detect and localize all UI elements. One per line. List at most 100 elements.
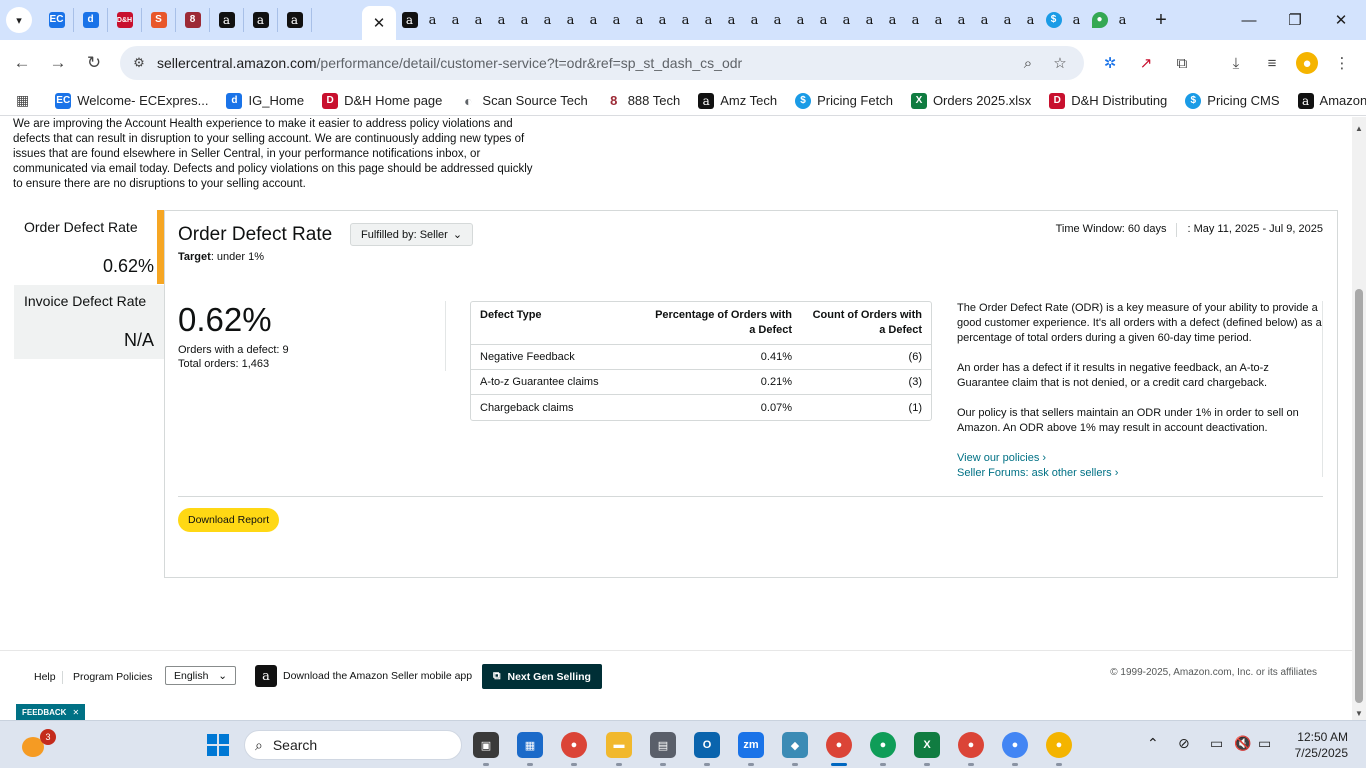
- close-icon[interactable]: ✕: [373, 14, 386, 32]
- app-diamond-icon[interactable]: ◆: [782, 732, 808, 758]
- sidebar-item-invoice-defect-rate[interactable]: Invoice Defect Rate N/A: [14, 285, 164, 359]
- excel-icon[interactable]: X: [914, 732, 940, 758]
- folder-icon[interactable]: ▬: [606, 732, 632, 758]
- show-hidden-icons-icon[interactable]: ⌃: [1147, 735, 1159, 752]
- taskbar-search[interactable]: ⌕ Search: [244, 730, 462, 760]
- browser-tab[interactable]: a: [278, 8, 312, 32]
- browser-tab[interactable]: ●: [1088, 8, 1111, 32]
- maximize-button[interactable]: ❐: [1272, 8, 1318, 32]
- browser-tab[interactable]: S: [142, 8, 176, 32]
- chrome-profile-icon[interactable]: ●: [958, 732, 984, 758]
- browser-tab[interactable]: a: [1019, 8, 1042, 32]
- browser-tab[interactable]: $: [1042, 8, 1065, 32]
- next-gen-selling-button[interactable]: ⧉ Next Gen Selling: [482, 664, 602, 689]
- site-settings-icon[interactable]: ⚙: [130, 54, 148, 72]
- browser-tab[interactable]: a: [210, 8, 244, 32]
- extensions-puzzle-icon[interactable]: ⧉: [1171, 52, 1193, 74]
- bookmark-item[interactable]: a Amazon: [1297, 92, 1366, 109]
- browser-tab[interactable]: a: [1111, 8, 1134, 32]
- bookmark-item[interactable]: 8 888 Tech: [606, 93, 680, 109]
- display-icon[interactable]: ▭: [1210, 735, 1223, 752]
- browser-tab[interactable]: a: [582, 8, 605, 32]
- browser-tab[interactable]: a: [812, 8, 835, 32]
- zoom-icon[interactable]: zm: [738, 732, 764, 758]
- browser-tab[interactable]: a: [398, 8, 421, 32]
- download-report-button[interactable]: Download Report: [178, 508, 280, 532]
- browser-tab[interactable]: a: [536, 8, 559, 32]
- sidebar-item-order-defect-rate[interactable]: Order Defect Rate 0.62%: [14, 211, 164, 285]
- apps-grid-icon[interactable]: ▦: [16, 91, 29, 111]
- taskbar-clock[interactable]: 12:50 AM 7/25/2025: [1295, 729, 1348, 761]
- browser-tab[interactable]: a: [444, 8, 467, 32]
- browser-tab[interactable]: EC: [40, 8, 74, 32]
- volume-icon[interactable]: 🔇: [1234, 735, 1251, 752]
- browser-tab[interactable]: a: [674, 8, 697, 32]
- reload-button[interactable]: ↻: [81, 50, 107, 76]
- calculator-icon[interactable]: ▤: [650, 732, 676, 758]
- browser-tab[interactable]: a: [743, 8, 766, 32]
- tab-search-button[interactable]: ▾: [6, 7, 32, 33]
- chrome-profile-icon[interactable]: ●: [1002, 732, 1028, 758]
- browser-tab[interactable]: a: [835, 8, 858, 32]
- minimize-button[interactable]: —: [1226, 8, 1272, 32]
- browser-tab[interactable]: a: [421, 8, 444, 32]
- browser-tab[interactable]: a: [651, 8, 674, 32]
- extension-pdf-icon[interactable]: ↗: [1135, 52, 1157, 74]
- media-control-icon[interactable]: ≡: [1261, 52, 1283, 74]
- weather-widget[interactable]: 3: [20, 729, 56, 759]
- browser-tab[interactable]: a: [605, 8, 628, 32]
- extension-icon[interactable]: ✲: [1099, 52, 1121, 74]
- browser-tab[interactable]: a: [720, 8, 743, 32]
- browser-tab[interactable]: a: [628, 8, 651, 32]
- file-explorer-dark-icon[interactable]: ▣: [473, 732, 499, 758]
- bookmark-item[interactable]: EC Welcome- ECExpres...: [55, 92, 208, 109]
- new-tab-button[interactable]: +: [1150, 7, 1172, 33]
- url-text[interactable]: sellercentral.amazon.com/performance/det…: [157, 55, 742, 71]
- microsoft-store-icon[interactable]: ▦: [517, 732, 543, 758]
- bookmark-item[interactable]: ◐ Scan Source Tech: [460, 93, 588, 109]
- browser-tab[interactable]: a: [697, 8, 720, 32]
- bookmark-star-icon[interactable]: ☆: [1050, 53, 1070, 73]
- scroll-down-icon[interactable]: ▼: [1352, 706, 1366, 720]
- page-scrollbar[interactable]: ▲ ▼: [1352, 117, 1366, 720]
- program-policies-link[interactable]: Program Policies: [73, 671, 152, 683]
- network-icon[interactable]: ⊘: [1178, 735, 1190, 752]
- browser-tab[interactable]: a: [973, 8, 996, 32]
- browser-tab[interactable]: a: [881, 8, 904, 32]
- chrome-profile-icon[interactable]: ●: [870, 732, 896, 758]
- bookmark-item[interactable]: D D&H Distributing: [1049, 92, 1167, 109]
- feedback-button[interactable]: FEEDBACK ✕: [16, 704, 86, 720]
- profile-avatar-icon[interactable]: ●: [1296, 52, 1318, 74]
- browser-tab[interactable]: a: [244, 8, 278, 32]
- scrollbar-thumb[interactable]: [1355, 289, 1363, 703]
- browser-tab[interactable]: a: [789, 8, 812, 32]
- bookmark-item[interactable]: X Orders 2025.xlsx: [910, 92, 1031, 109]
- help-link[interactable]: Help: [34, 671, 56, 683]
- seller-forums-link[interactable]: Seller Forums: ask other sellers ›: [957, 466, 1323, 481]
- battery-icon[interactable]: ▭: [1258, 735, 1271, 752]
- browser-tab[interactable]: d: [74, 8, 108, 32]
- bookmark-item[interactable]: D D&H Home page: [322, 92, 442, 109]
- browser-tab[interactable]: a: [490, 8, 513, 32]
- close-window-button[interactable]: ✕: [1318, 8, 1364, 32]
- browser-tab[interactable]: a: [858, 8, 881, 32]
- active-tab[interactable]: ✕: [362, 6, 396, 40]
- zoom-icon[interactable]: ⌕: [1018, 53, 1038, 73]
- forward-button[interactable]: →: [45, 50, 71, 76]
- fulfilled-by-dropdown[interactable]: Fulfilled by: Seller ⌄: [350, 223, 474, 246]
- browser-tab[interactable]: a: [927, 8, 950, 32]
- browser-tab[interactable]: a: [513, 8, 536, 32]
- browser-tab[interactable]: a: [766, 8, 789, 32]
- browser-tab[interactable]: a: [950, 8, 973, 32]
- browser-tab[interactable]: a: [1065, 8, 1088, 32]
- more-menu-icon[interactable]: ⋮: [1331, 52, 1353, 74]
- browser-tab[interactable]: a: [559, 8, 582, 32]
- view-policies-link[interactable]: View our policies ›: [957, 451, 1323, 466]
- bookmark-item[interactable]: $ Pricing Fetch: [795, 92, 893, 109]
- chrome-profile-icon[interactable]: ●: [1046, 732, 1072, 758]
- outlook-icon[interactable]: O: [694, 732, 720, 758]
- browser-tab[interactable]: 8: [176, 8, 210, 32]
- browser-tab[interactable]: D&H: [108, 8, 142, 32]
- chrome-profile-icon[interactable]: ●: [826, 732, 852, 758]
- start-button[interactable]: [207, 734, 229, 756]
